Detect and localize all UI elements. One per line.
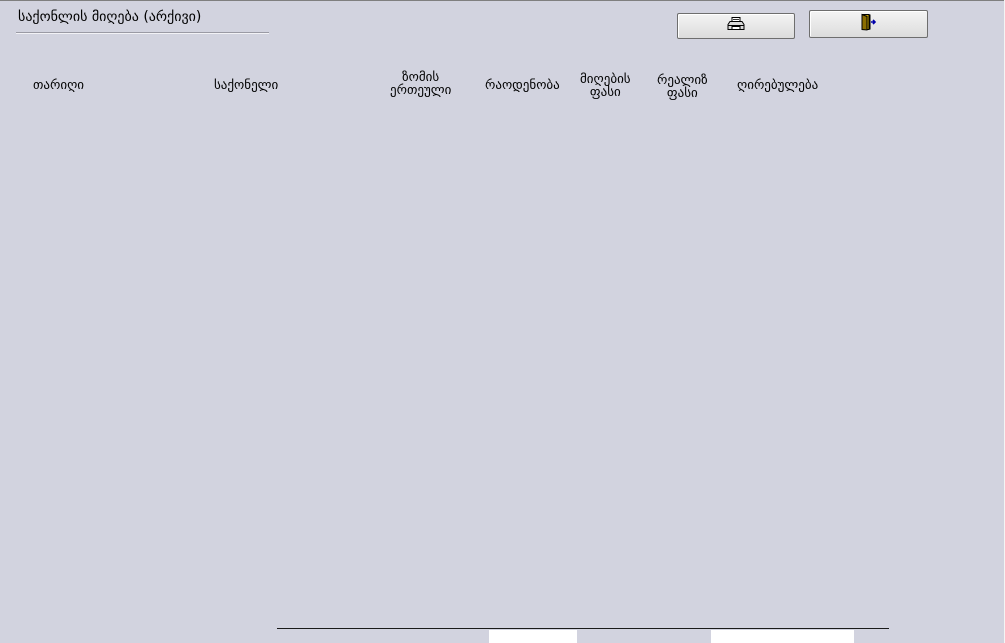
- totals-separator-line: [277, 628, 889, 629]
- quantity-total-field: [489, 630, 577, 643]
- print-button[interactable]: [677, 13, 795, 39]
- column-header-sale-price-line2: ფასი: [666, 86, 698, 101]
- column-header-quantity: რაოდენობა: [485, 79, 560, 92]
- column-header-receive-price: მიღების ფასი: [580, 73, 631, 99]
- column-header-sale-price: რეალიზ ფასი: [657, 74, 708, 100]
- column-header-quantity-label: რაოდენობა: [485, 78, 560, 93]
- column-header-product: საქონელი: [214, 79, 278, 92]
- page-title: საქონლის მიღება (არქივი): [18, 9, 202, 25]
- value-total-field: [711, 630, 854, 643]
- window-top-border: [0, 0, 1005, 1]
- column-header-unit-line2: ერთეული: [390, 83, 452, 98]
- exit-button[interactable]: [809, 10, 928, 38]
- column-header-date: თარიღი: [33, 79, 84, 92]
- column-header-value: ღირებულება: [737, 79, 818, 92]
- title-underline: [16, 32, 269, 33]
- exit-door-icon: [860, 13, 878, 35]
- column-header-unit: ზომის ერთეული: [390, 71, 451, 97]
- column-header-value-label: ღირებულება: [737, 78, 819, 93]
- column-header-product-label: საქონელი: [214, 78, 279, 93]
- column-header-date-label: თარიღი: [33, 78, 85, 93]
- printer-icon: [727, 17, 745, 35]
- column-header-receive-price-line2: ფასი: [589, 85, 621, 100]
